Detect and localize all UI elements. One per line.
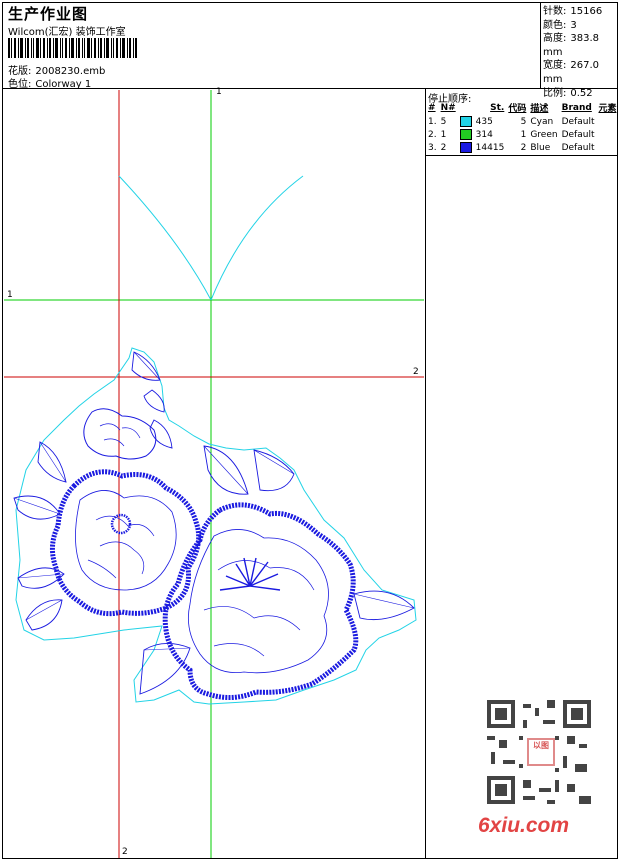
stitches-stat: 针数: 15166 bbox=[543, 6, 603, 17]
color-element bbox=[596, 128, 618, 141]
colors-stat: 颜色: 3 bbox=[543, 19, 577, 31]
color-brand: Default bbox=[561, 116, 595, 127]
embroidery-design-canvas bbox=[4, 90, 424, 858]
design-stats: 针数: 15166 颜色: 3 高度: 383.8 mm 宽度: 267.0 mm 比例… bbox=[543, 5, 620, 100]
color-row: 2. 1 314 1 Green Default bbox=[426, 128, 619, 141]
color-swatch bbox=[459, 142, 472, 153]
color-idx: 3. bbox=[428, 142, 437, 153]
scale-stat: 比例: 0.52 bbox=[543, 87, 593, 99]
color-st: 314 bbox=[475, 130, 493, 140]
colorway-value: Colorway 1 bbox=[35, 79, 92, 90]
small-flower-outline bbox=[83, 408, 157, 460]
site-watermark: 6xiu.com bbox=[478, 814, 570, 837]
header-divider bbox=[2, 88, 618, 89]
leaf-veins bbox=[13, 351, 415, 651]
height-stat: 高度: 383.8 mm bbox=[543, 33, 600, 58]
page-title: 生产作业图 bbox=[8, 5, 89, 23]
left-flower-border bbox=[50, 469, 202, 617]
color-idx: 1. bbox=[428, 116, 437, 127]
color-element bbox=[596, 115, 618, 128]
leaves bbox=[13, 351, 415, 695]
colorway-label: 色位: bbox=[8, 79, 32, 90]
cyan-top-left-curve bbox=[118, 175, 212, 301]
width-stat: 宽度: 267.0 mm bbox=[543, 60, 600, 85]
right-flower-border bbox=[162, 502, 359, 700]
color-brand: Default bbox=[561, 142, 595, 153]
color-row: 1. 5 435 5 Cyan Default bbox=[426, 115, 619, 128]
color-swatch bbox=[459, 116, 472, 127]
red-bottom-label: 2 bbox=[122, 847, 128, 857]
color-brand: Default bbox=[561, 129, 595, 140]
color-code: 5 bbox=[520, 116, 527, 127]
color-table-header: # N# St. 代码 描述 Brand 元素 bbox=[428, 102, 617, 115]
green-top-label: 1 bbox=[216, 87, 222, 97]
seal-stamp: 以图 bbox=[527, 738, 555, 766]
color-code: 1 bbox=[520, 129, 527, 140]
color-code: 2 bbox=[520, 142, 527, 153]
colorway-row: 色位: Colorway 1 bbox=[8, 75, 91, 90]
color-desc: Green bbox=[530, 129, 558, 140]
color-desc: Blue bbox=[530, 142, 551, 153]
color-n: 2 bbox=[440, 142, 447, 153]
cyan-top-right-curve bbox=[210, 175, 304, 301]
color-table-divider bbox=[425, 155, 618, 156]
red-right-label: 2 bbox=[413, 367, 419, 377]
color-element bbox=[596, 141, 618, 154]
green-left-label: 1 bbox=[7, 290, 13, 300]
color-desc: Cyan bbox=[530, 116, 554, 127]
color-st: 435 bbox=[475, 117, 493, 127]
color-swatch bbox=[459, 129, 472, 140]
flower-center-stamens bbox=[219, 557, 281, 591]
company-name: Wilcom(汇宏) 装饰工作室 bbox=[8, 27, 126, 38]
color-order-table: # N# St. 代码 描述 Brand 元素 1. 5 435 5 Cyan Defau… bbox=[426, 100, 619, 154]
color-idx: 2. bbox=[428, 129, 437, 140]
stats-divider bbox=[540, 2, 541, 88]
color-n: 1 bbox=[440, 129, 447, 140]
barcode bbox=[8, 38, 137, 58]
color-st: 14415 bbox=[475, 143, 505, 153]
color-n: 5 bbox=[440, 116, 447, 127]
side-panel-divider bbox=[425, 88, 426, 859]
color-row: 3. 2 14415 2 Blue Default bbox=[426, 141, 619, 154]
